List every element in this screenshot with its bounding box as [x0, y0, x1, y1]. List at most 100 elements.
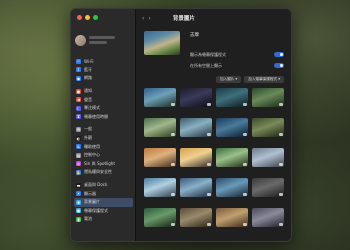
- wallpaper-item[interactable]: [144, 178, 176, 205]
- sidebar-item[interactable]: ▣ 螢幕保護程式: [74, 207, 133, 216]
- option-show-as-screensaver: 顯示為螢幕保護程式: [144, 50, 284, 59]
- wallpaper-thumbnail[interactable]: [180, 178, 212, 197]
- zoom-button[interactable]: [93, 15, 98, 20]
- sidebar-item[interactable]: ▮ 電池: [74, 215, 133, 224]
- sidebar-item[interactable]: ◀ 聲音: [74, 95, 133, 104]
- sidebar-item[interactable]: ⚙ 一般: [74, 125, 133, 134]
- wallpaper-thumbnail[interactable]: [216, 148, 248, 167]
- sidebar-item[interactable]: ᛒ 藍牙: [74, 66, 133, 75]
- wallpaper-thumbnail[interactable]: [144, 88, 176, 107]
- bell-icon: ●: [76, 88, 81, 94]
- wallpaper-thumbnail[interactable]: [144, 148, 176, 167]
- screensaver-toggle[interactable]: [274, 52, 284, 57]
- sidebar-item-label: 控制中心: [84, 152, 100, 158]
- sidebar-item-label: 專注模式: [84, 105, 100, 111]
- sidebar-item[interactable]: ▬ 桌面與 Dock: [74, 181, 133, 190]
- download-icon: [279, 163, 283, 166]
- sidebar-item[interactable]: ✋ 隱私權與安全性: [74, 168, 133, 177]
- wallpaper-item[interactable]: [216, 118, 248, 145]
- download-icon: [243, 133, 247, 136]
- privacy-icon: ✋: [76, 169, 81, 175]
- sidebar-item[interactable]: ▤ 控制中心: [74, 151, 133, 160]
- wallpaper-item[interactable]: [144, 118, 176, 145]
- wallpaper-thumbnail[interactable]: [144, 208, 176, 227]
- sidebar-item[interactable]: ◠ Wi-Fi: [74, 57, 133, 66]
- wallpaper-thumbnail[interactable]: [252, 178, 284, 197]
- wallpaper-item[interactable]: [252, 88, 284, 115]
- all-spaces-toggle[interactable]: [274, 63, 284, 68]
- battery-icon: ▮: [76, 216, 81, 222]
- wallpaper-item[interactable]: [180, 208, 212, 235]
- wallpaper-item[interactable]: [216, 88, 248, 115]
- wallpaper-thumbnail[interactable]: [252, 208, 284, 227]
- wallpaper-thumbnail[interactable]: [216, 178, 248, 197]
- close-button[interactable]: [77, 15, 82, 20]
- sidebar-item[interactable]: ♿ 輔助使用: [74, 142, 133, 151]
- wallpaper-item[interactable]: [180, 88, 212, 115]
- sidebar-item[interactable]: ◎ Siri 與 Spotlight: [74, 160, 133, 169]
- wallpaper-item[interactable]: [144, 148, 176, 175]
- download-icon: [279, 193, 283, 196]
- sidebar-item[interactable]: ☾ 專注模式: [74, 104, 133, 113]
- sidebar-item[interactable]: ◐ 外觀: [74, 134, 133, 143]
- traffic-lights: [77, 15, 98, 20]
- download-icon: [207, 133, 211, 136]
- back-button[interactable]: ‹: [142, 15, 144, 22]
- wallpaper-thumbnail[interactable]: [144, 118, 176, 137]
- sidebar-item-label: 聲音: [84, 96, 92, 102]
- wallpaper-thumbnail[interactable]: [252, 118, 284, 137]
- sidebar-item[interactable]: ☀ 顯示器: [74, 189, 133, 198]
- download-icon: [207, 103, 211, 106]
- sidebar-item[interactable]: ◉ 網路: [74, 74, 133, 83]
- wallpaper-item[interactable]: [144, 208, 176, 235]
- page-title: 背景圖片: [172, 16, 195, 22]
- wallpaper-item[interactable]: [252, 178, 284, 205]
- wallpaper-item[interactable]: [144, 88, 176, 115]
- download-icon: [171, 133, 175, 136]
- sidebar-item-label: 桌面與 Dock: [84, 182, 108, 188]
- gear-icon: ⚙: [76, 126, 81, 132]
- add-screensaver-button[interactable]: 加入螢幕保護程式 ▾: [244, 76, 284, 83]
- sidebar-item-label: 螢幕使用時間: [84, 113, 108, 119]
- wallpaper-item[interactable]: [180, 118, 212, 145]
- wallpaper-thumbnail[interactable]: [144, 178, 176, 197]
- sidebar-item-label: 電池: [84, 216, 92, 222]
- wallpaper-item[interactable]: [216, 148, 248, 175]
- sidebar-item[interactable]: ❀ 背景圖片: [74, 197, 133, 207]
- sidebar-item[interactable]: ● 通知: [74, 87, 133, 96]
- wallpaper-thumbnail[interactable]: [180, 208, 212, 227]
- wallpaper-thumbnail[interactable]: [252, 88, 284, 107]
- wallpaper-thumbnail[interactable]: [216, 88, 248, 107]
- wallpaper-icon: ❀: [76, 199, 81, 205]
- download-icon: [207, 193, 211, 196]
- add-photo-button[interactable]: 加入圖片 ▾: [215, 76, 242, 83]
- sidebar-item[interactable]: ⧗ 螢幕使用時間: [74, 113, 133, 122]
- sidebar: ◠ Wi-Fi ᛒ 藍牙 ◉ 網路 ● 通知 ◀ 聲音 ☾ 專注模式 ⧗ 螢幕使用時間 ⚙ 一般 ◐ 外觀 ♿ 輔助使…: [71, 9, 136, 241]
- wallpaper-thumbnail[interactable]: [216, 208, 248, 227]
- wallpaper-thumbnail[interactable]: [252, 148, 284, 167]
- sidebar-item-label: 外觀: [84, 135, 92, 141]
- wallpaper-item[interactable]: [216, 208, 248, 235]
- account-profile[interactable]: [75, 29, 131, 51]
- sidebar-item-label: 顯示器: [84, 190, 96, 196]
- wallpaper-thumbnail[interactable]: [216, 118, 248, 137]
- download-icon: [171, 193, 175, 196]
- wallpaper-thumbnail[interactable]: [180, 148, 212, 167]
- wallpaper-item[interactable]: [216, 178, 248, 205]
- siri-icon: ◎: [76, 161, 81, 167]
- wallpaper-thumbnail[interactable]: [180, 88, 212, 107]
- wallpaper-item[interactable]: [252, 148, 284, 175]
- minimize-button[interactable]: [85, 15, 90, 20]
- wallpaper-item[interactable]: [252, 118, 284, 145]
- wallpaper-item[interactable]: [180, 178, 212, 205]
- wallpaper-item[interactable]: [252, 208, 284, 235]
- download-icon: [171, 223, 175, 226]
- download-icon: [171, 163, 175, 166]
- download-icon: [207, 223, 211, 226]
- sidebar-item-label: 一般: [84, 126, 92, 132]
- network-icon: ◉: [76, 75, 81, 81]
- wallpaper-item[interactable]: [180, 148, 212, 175]
- sidebar-item-label: 輔助使用: [84, 143, 100, 149]
- forward-button[interactable]: ›: [148, 15, 150, 22]
- wallpaper-thumbnail[interactable]: [180, 118, 212, 137]
